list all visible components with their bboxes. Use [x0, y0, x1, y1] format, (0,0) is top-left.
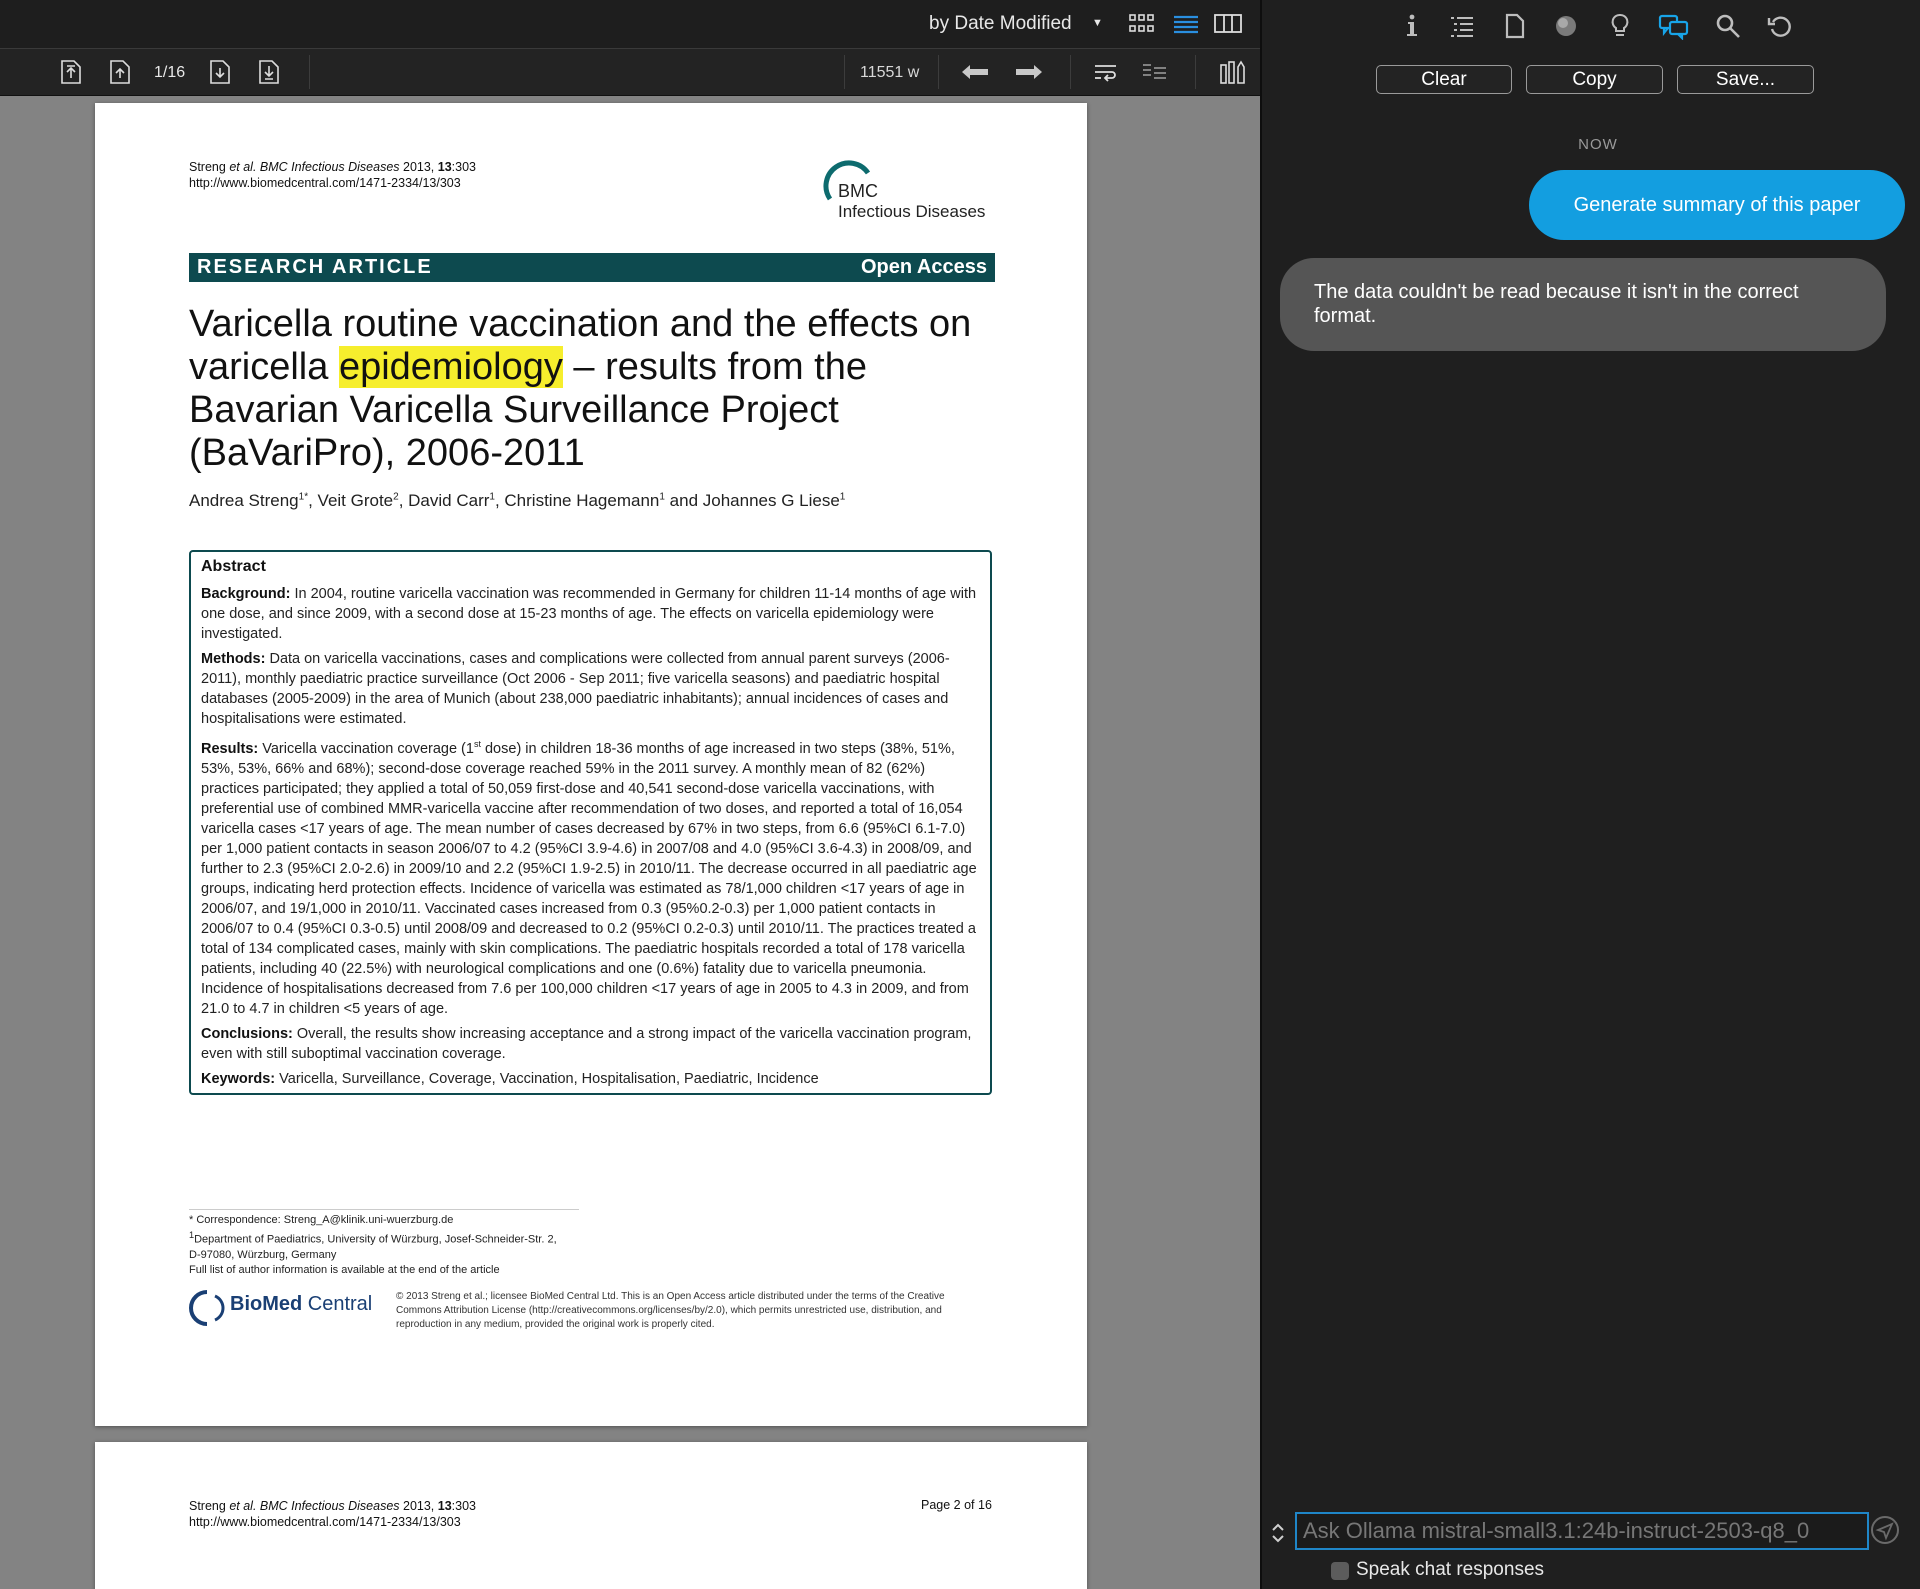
lightbulb-icon[interactable]: [1606, 12, 1634, 40]
article-type-band: RESEARCH ARTICLE Open Access: [189, 253, 995, 282]
license-text: © 2013 Streng et al.; licensee BioMed Ce…: [396, 1291, 945, 1330]
pdf-page-2[interactable]: Streng et al. BMC Infectious Diseases 20…: [95, 1442, 1087, 1589]
chat-input-wrapper: [1295, 1512, 1869, 1550]
forward-arrow-icon[interactable]: [1012, 59, 1044, 85]
article-type: RESEARCH ARTICLE: [197, 256, 433, 278]
abstract-box: Abstract Background: In 2004, routine va…: [189, 550, 992, 1095]
open-access-label: Open Access: [861, 256, 987, 278]
toolbar-divider: [938, 55, 939, 89]
library-toolbar: by Date Modified ▼: [0, 0, 1260, 49]
clear-button[interactable]: Clear: [1376, 65, 1512, 94]
tools-icon[interactable]: [1218, 59, 1246, 85]
document-pane: by Date Modified ▼ 1/16 11551 w Streng e…: [0, 0, 1260, 1589]
abstract-background: Background: In 2004, routine varicella v…: [201, 586, 977, 642]
chevron-updown-icon[interactable]: [1270, 1521, 1286, 1545]
color-icon[interactable]: [1552, 12, 1580, 40]
send-icon[interactable]: [1870, 1515, 1900, 1545]
save-button[interactable]: Save...: [1677, 65, 1814, 94]
column-view-icon[interactable]: [1214, 12, 1242, 36]
info-icon[interactable]: [1398, 12, 1426, 40]
author-list: Andrea Streng1*, Veit Grote2, David Carr…: [189, 491, 846, 510]
speak-checkbox[interactable]: [1331, 1562, 1349, 1580]
first-page-icon[interactable]: [59, 59, 83, 85]
article-title: Varicella routine vaccination and the ef…: [189, 303, 972, 474]
pdf-page-1[interactable]: Streng et al. BMC Infectious Diseases 20…: [95, 103, 1087, 1426]
journal-logo-name: Infectious Diseases: [838, 202, 986, 221]
text-wrap-icon[interactable]: [1092, 59, 1120, 85]
last-page-icon[interactable]: [257, 59, 281, 85]
footnotes: * Correspondence: Streng_A@klinik.uni-wu…: [189, 1214, 557, 1276]
text-layout-icon[interactable]: [1140, 59, 1168, 85]
next-page-icon[interactable]: [208, 59, 232, 85]
user-message: Generate summary of this paper: [1529, 170, 1905, 240]
chat-icon[interactable]: [1658, 12, 1690, 40]
assistant-message: The data couldn't be read because it isn…: [1280, 258, 1886, 351]
abstract-conclusions: Conclusions: Overall, the results show i…: [201, 1025, 972, 1062]
page-icon[interactable]: [1500, 12, 1528, 40]
outline-icon[interactable]: [1448, 12, 1476, 40]
search-icon[interactable]: [1714, 12, 1742, 40]
article-citation: Streng et al. BMC Infectious Diseases 20…: [189, 1499, 477, 1529]
footnote-rule: [189, 1209, 579, 1210]
page-indicator: 1/16: [154, 64, 186, 81]
chat-pane: Clear Copy Save... NOW Generate summary …: [1262, 0, 1920, 1589]
speak-checkbox-label: Speak chat responses: [1356, 1559, 1545, 1580]
sort-menu[interactable]: by Date Modified: [929, 13, 1072, 35]
journal-logo-bmc: BMC: [838, 181, 878, 201]
message-timestamp: NOW: [1578, 136, 1618, 153]
article-url: http://www.biomedcentral.com/1471-2334/1…: [189, 176, 461, 190]
abstract-results: Results: Varicella vaccination coverage …: [201, 739, 977, 1017]
chat-input[interactable]: [1297, 1514, 1867, 1548]
grid-view-icon[interactable]: [1128, 12, 1156, 36]
toolbar-divider: [1195, 55, 1196, 89]
back-arrow-icon[interactable]: [960, 59, 992, 85]
copy-button[interactable]: Copy: [1526, 65, 1663, 94]
previous-page-icon[interactable]: [108, 59, 132, 85]
abstract-heading: Abstract: [201, 558, 266, 575]
toolbar-divider: [309, 55, 310, 89]
abstract-keywords: Keywords: Varicella, Surveillance, Cover…: [201, 1070, 819, 1087]
search-highlight: epidemiology: [338, 346, 563, 388]
refresh-icon[interactable]: [1766, 12, 1794, 40]
toolbar-divider: [844, 55, 845, 89]
chevron-down-icon[interactable]: ▼: [1092, 17, 1103, 29]
pdf-toolbar: 1/16 11551 w: [0, 49, 1260, 96]
page-number: Page 2 of 16: [921, 1498, 992, 1512]
abstract-methods: Methods: Data on varicella vaccinations,…: [201, 651, 950, 727]
article-citation: Streng et al. BMC Infectious Diseases 20…: [189, 160, 477, 190]
list-view-icon[interactable]: [1172, 12, 1200, 36]
word-count: 11551 w: [860, 64, 920, 81]
biomed-central-logo-text: BioMed Central: [230, 1293, 373, 1315]
toolbar-divider: [1070, 55, 1071, 89]
